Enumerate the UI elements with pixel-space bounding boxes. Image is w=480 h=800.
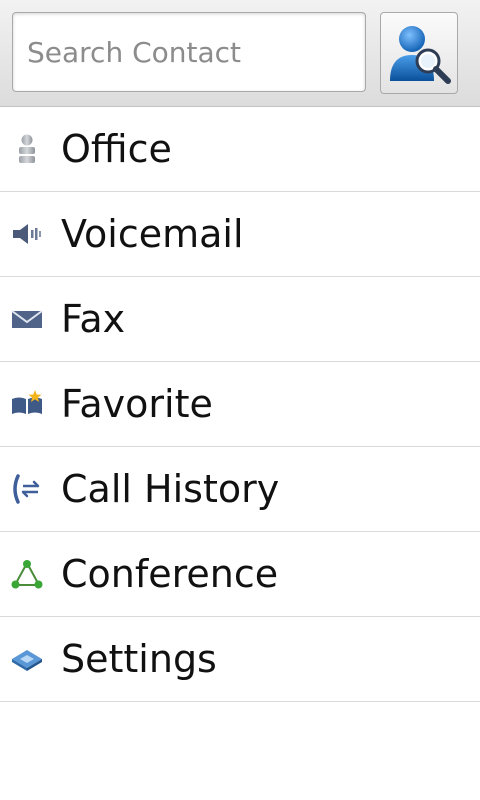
contact-search-button[interactable] [380,12,458,94]
menu-label-settings: Settings [61,637,217,681]
menu-label-conference: Conference [61,552,279,596]
search-field[interactable] [12,12,366,92]
menu-label-favorite: Favorite [61,382,213,426]
main-menu: Office Voicemail Fax Favorite Call Histo… [0,107,480,702]
envelope-icon [11,310,43,328]
person-icon [19,134,35,163]
contact-search-icon [390,26,451,84]
menu-label-fax: Fax [61,297,126,341]
book-star-icon [12,390,42,414]
search-input[interactable] [13,13,365,91]
call-history-icon [13,474,40,504]
menu-item-conference[interactable]: Conference [0,532,480,617]
menu-item-favorite[interactable]: Favorite [0,362,480,447]
top-bar [0,0,480,107]
speaker-icon [13,224,41,244]
settings-icon [12,650,42,671]
menu-item-call-history[interactable]: Call History [0,447,480,532]
menu-item-fax[interactable]: Fax [0,277,480,362]
menu-item-settings[interactable]: Settings [0,617,480,702]
menu-label-call-history: Call History [61,467,280,511]
conference-icon [11,560,43,589]
menu-label-voicemail: Voicemail [61,212,244,256]
menu-item-voicemail[interactable]: Voicemail [0,192,480,277]
menu-item-office[interactable]: Office [0,107,480,192]
menu-label-office: Office [61,127,172,171]
